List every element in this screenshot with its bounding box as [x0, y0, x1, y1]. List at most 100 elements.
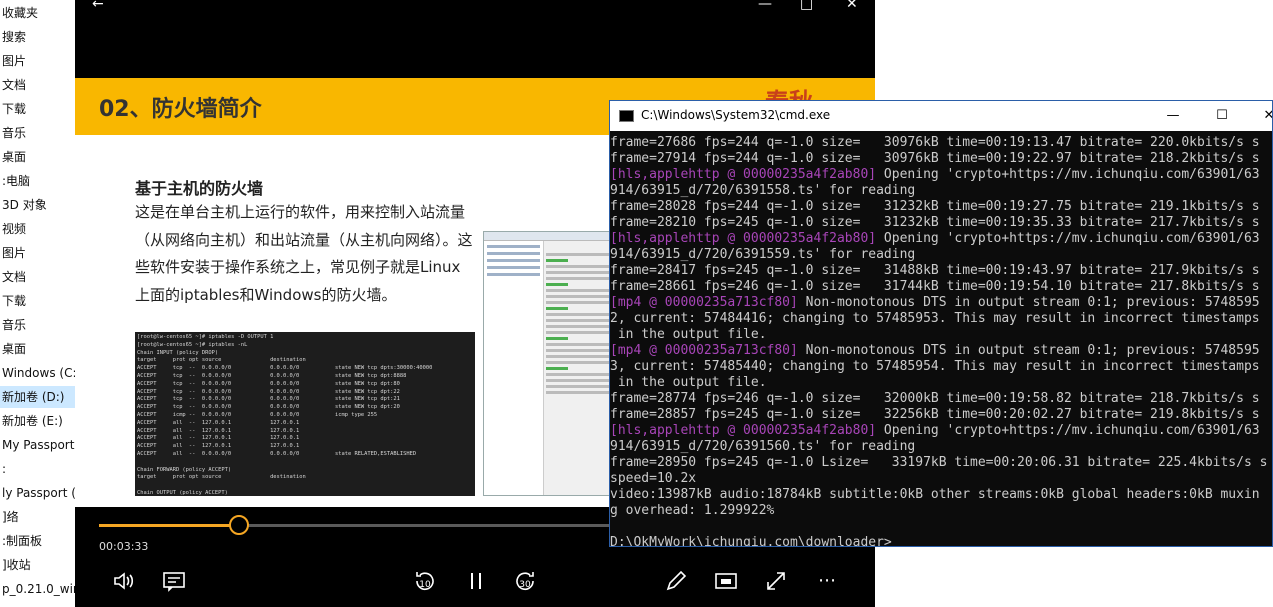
terminal-line: ACCEPT tcp -- 0.0.0.0/0 0.0.0.0/0 state …	[137, 372, 407, 379]
minimize-icon[interactable]: —	[758, 0, 772, 12]
cmd-output-line: frame=27914 fps=244 q=-1.0 size= 30976kB…	[610, 151, 1272, 167]
nav-item[interactable]: 新加卷 (D:)	[0, 386, 75, 408]
cmd-output-line: frame=28774 fps=246 q=-1.0 size= 32000kB…	[610, 391, 1272, 407]
cmd-output-line: frame=27686 fps=244 q=-1.0 size= 30976kB…	[610, 135, 1272, 151]
nav-item[interactable]: ]络	[0, 506, 75, 528]
terminal-line: ACCEPT tcp -- 0.0.0.0/0 0.0.0.0/0 state …	[137, 380, 400, 387]
nav-item[interactable]: 下载	[0, 98, 75, 120]
log-source-prefix: [mp4 @ 00000235a713cf80]	[610, 343, 798, 358]
nav-item[interactable]: ly Passport (	[0, 482, 75, 504]
log-text: frame=27686 fps=244 q=-1.0 size= 30976kB…	[610, 135, 1260, 150]
forward-label: 30	[519, 580, 531, 590]
log-text: 2, current: 57484416; changing to 574859…	[610, 311, 1260, 326]
terminal-line: ACCEPT all -- 127.0.0.1 127.0.0.1	[137, 443, 300, 450]
mini-view-icon[interactable]	[713, 568, 739, 594]
nav-item[interactable]: 图片	[0, 50, 75, 72]
subtitles-icon[interactable]	[161, 568, 187, 594]
arrow-left-icon[interactable]: ←	[92, 0, 104, 12]
nav-item[interactable]: :	[0, 458, 75, 480]
close-icon[interactable]: ✕	[1258, 105, 1272, 127]
cmd-output-line: 914/63915_d/720/6391558.ts' for reading	[610, 183, 1272, 199]
log-text: Non-monotonous DTS in output stream 0:1;…	[797, 343, 1260, 358]
nav-item[interactable]: 文档	[0, 74, 75, 96]
pause-button[interactable]	[463, 568, 489, 594]
nav-item[interactable]: 视频	[0, 218, 75, 240]
rewind-10-button[interactable]: 10	[412, 568, 438, 594]
terminal-line: ACCEPT tcp -- 0.0.0.0/0 0.0.0.0/0 state …	[137, 404, 400, 411]
terminal-line: ACCEPT tcp -- 0.0.0.0/0 0.0.0.0/0 state …	[137, 388, 400, 395]
slide-title: 02、防火墙简介	[99, 97, 262, 122]
nav-item[interactable]: :电脑	[0, 170, 75, 192]
cmd-app-icon	[619, 110, 634, 122]
nav-item[interactable]: Windows (C:	[0, 362, 75, 384]
terminal-line: ACCEPT icmp -- 0.0.0.0/0 0.0.0.0/0 icmp …	[137, 411, 378, 418]
log-text: frame=28417 fps=245 q=-1.0 size= 31488kB…	[610, 263, 1260, 278]
cmd-output-line: frame=28950 fps=245 q=-1.0 Lsize= 33197k…	[610, 455, 1272, 471]
nav-item[interactable]: p_0.21.0_win	[0, 578, 75, 600]
close-icon[interactable]: ✕	[846, 0, 858, 12]
nav-item[interactable]: 新加卷 (E:)	[0, 410, 75, 432]
nav-item[interactable]: ]收站	[0, 554, 75, 576]
forward-30-button[interactable]: 30	[512, 568, 538, 594]
nav-item[interactable]: 下载	[0, 290, 75, 312]
terminal-line: ACCEPT tcp -- 0.0.0.0/0 0.0.0.0/0 state …	[137, 396, 400, 403]
cmd-output-line: video:13987kB audio:18784kB subtitle:0kB…	[610, 487, 1272, 503]
log-text: 3, current: 57485440; changing to 574859…	[610, 359, 1260, 374]
log-text: frame=28950 fps=245 q=-1.0 Lsize= 33197k…	[610, 455, 1268, 470]
cmd-output-line: [hls,applehttp @ 00000235a4f2ab80] Openi…	[610, 423, 1272, 439]
volume-icon[interactable]	[111, 568, 137, 594]
nav-item[interactable]: 桌面	[0, 146, 75, 168]
pen-icon[interactable]	[663, 568, 689, 594]
nav-item[interactable]: 音乐	[0, 314, 75, 336]
log-text: frame=27914 fps=244 q=-1.0 size= 30976kB…	[610, 151, 1260, 166]
log-text: frame=28774 fps=246 q=-1.0 size= 32000kB…	[610, 391, 1260, 406]
cmd-output-line: [hls,applehttp @ 00000235a4f2ab80] Openi…	[610, 231, 1272, 247]
fullscreen-icon[interactable]	[763, 568, 789, 594]
cmd-window[interactable]: C:\Windows\System32\cmd.exe — ☐ ✕ frame=…	[609, 100, 1273, 547]
cmd-output-line: [hls,applehttp @ 00000235a4f2ab80] Openi…	[610, 167, 1272, 183]
seek-progress	[99, 524, 239, 527]
cmd-output-line: in the output file.	[610, 327, 1272, 343]
nav-item[interactable]: 搜索	[0, 26, 75, 48]
nav-item[interactable]: 文档	[0, 266, 75, 288]
cmd-title-bar[interactable]: C:\Windows\System32\cmd.exe — ☐ ✕	[610, 101, 1272, 131]
terminal-line: ACCEPT all -- 0.0.0.0/0 0.0.0.0/0 state …	[137, 450, 417, 457]
log-text: 914/63915_d/720/6391558.ts' for reading	[610, 183, 916, 198]
terminal-line: [root@lw-centos65 ~]# iptables -D OUTPUT…	[137, 334, 274, 340]
cmd-output-line: speed=10.2x	[610, 471, 1272, 487]
maximize-icon[interactable]: □	[800, 0, 813, 12]
more-options-icon[interactable]: ⋯	[814, 568, 840, 594]
log-source-prefix: [hls,applehttp @ 00000235a4f2ab80]	[610, 423, 877, 438]
cmd-output-line: 2, current: 57484416; changing to 574859…	[610, 311, 1272, 327]
cmd-output-line: frame=28417 fps=245 q=-1.0 size= 31488kB…	[610, 263, 1272, 279]
cmd-output-line: D:\OkMyWork\ichunqiu.com\downloader>	[610, 535, 1272, 547]
cmd-output-line: g overhead: 1.299922%	[610, 503, 1272, 519]
terminal-line: ACCEPT all -- 127.0.0.1 127.0.0.1	[137, 427, 300, 434]
cmd-output-line: 914/63915_d/720/6391560.ts' for reading	[610, 439, 1272, 455]
log-text: 914/63915_d/720/6391560.ts' for reading	[610, 439, 916, 454]
terminal-line: Chain INPUT (policy DROP)	[137, 349, 219, 356]
seek-thumb[interactable]	[228, 515, 249, 535]
log-source-prefix: [hls,applehttp @ 00000235a4f2ab80]	[610, 231, 877, 246]
maximize-icon[interactable]: ☐	[1211, 105, 1233, 127]
cmd-output-line: in the output file.	[610, 375, 1272, 391]
cmd-title: C:\Windows\System32\cmd.exe	[641, 108, 831, 122]
log-text: Opening 'crypto+https://mv.ichunqiu.com/…	[876, 167, 1260, 182]
cmd-output-line: frame=28210 fps=245 q=-1.0 size= 31232kB…	[610, 215, 1272, 231]
nav-item[interactable]: 桌面	[0, 338, 75, 360]
nav-item[interactable]: 音乐	[0, 122, 75, 144]
nav-item[interactable]: 图片	[0, 242, 75, 264]
nav-item[interactable]: :制面板	[0, 530, 75, 552]
log-text: in the output file.	[610, 327, 767, 342]
log-text: D:\OkMyWork\ichunqiu.com\downloader>	[610, 535, 892, 547]
terminal-line: Chain FORWARD (policy ACCEPT)	[137, 466, 232, 473]
nav-item[interactable]: 收藏夹	[0, 2, 75, 24]
log-text: video:13987kB audio:18784kB subtitle:0kB…	[610, 487, 1260, 502]
nav-item[interactable]: My Passport	[0, 434, 75, 456]
cmd-output[interactable]: frame=27686 fps=244 q=-1.0 size= 30976kB…	[610, 135, 1272, 547]
minimize-icon[interactable]: —	[1162, 105, 1184, 127]
log-text: Opening 'crypto+https://mv.ichunqiu.com/…	[876, 231, 1260, 246]
log-text: speed=10.2x	[610, 471, 697, 486]
nav-item[interactable]: 3D 对象	[0, 194, 75, 216]
